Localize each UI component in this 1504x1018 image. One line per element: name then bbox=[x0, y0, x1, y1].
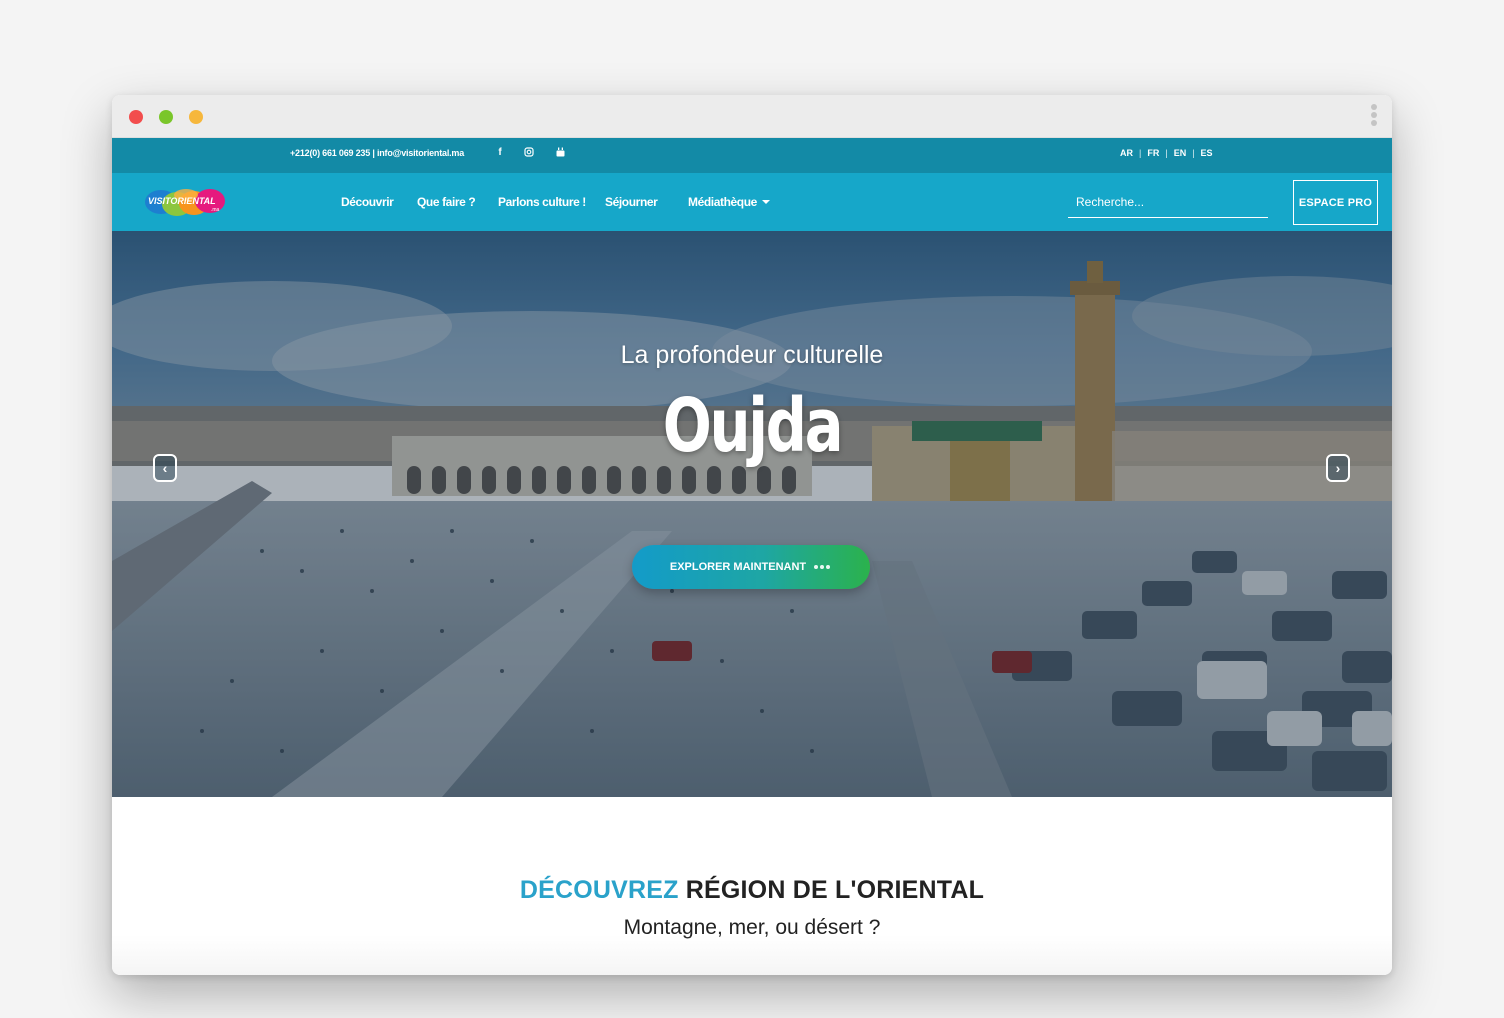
chevron-down-icon bbox=[761, 200, 770, 204]
maximize-window-button[interactable] bbox=[159, 110, 173, 124]
lang-fr[interactable]: FR bbox=[1147, 148, 1159, 158]
slider-prev-button[interactable]: ‹ bbox=[153, 454, 177, 482]
svg-text:VISITORIENTAL: VISITORIENTAL bbox=[148, 196, 216, 206]
hero-title: Oujda bbox=[662, 383, 844, 469]
facebook-icon[interactable]: f bbox=[493, 147, 507, 158]
bottom-fade bbox=[112, 935, 1392, 975]
espace-pro-button[interactable]: ESPACE PRO bbox=[1293, 180, 1378, 225]
browser-window: +212(0) 661 069 235 | info@visitoriental… bbox=[112, 95, 1392, 975]
nav-parlons-culture[interactable]: Parlons culture ! bbox=[498, 195, 586, 209]
hero-slider: La profondeur culturelle Oujda ‹ › EXPLO… bbox=[112, 231, 1392, 797]
youtube-icon[interactable] bbox=[553, 147, 567, 160]
explore-now-button[interactable]: EXPLORER MAINTENANT bbox=[632, 545, 870, 589]
minimize-window-button[interactable] bbox=[189, 110, 203, 124]
section-title-rest: RÉGION DE L'ORIENTAL bbox=[685, 876, 985, 904]
main-navbar: VISITORIENTAL .ma Découvrir Que faire ? … bbox=[112, 173, 1392, 231]
svg-text:.ma: .ma bbox=[211, 207, 220, 213]
browser-titlebar bbox=[112, 95, 1392, 138]
nav-mediatheque[interactable]: Médiathèque bbox=[688, 195, 770, 209]
dots-icon bbox=[814, 565, 832, 569]
hero-background-image bbox=[112, 231, 1392, 797]
section-title-accent: DÉCOUVREZ bbox=[519, 876, 679, 904]
nav-mediatheque-label: Médiathèque bbox=[688, 195, 757, 209]
close-window-button[interactable] bbox=[129, 110, 143, 124]
nav-que-faire[interactable]: Que faire ? bbox=[417, 195, 476, 209]
lang-es[interactable]: ES bbox=[1201, 148, 1213, 158]
language-switcher: AR | FR | EN | ES bbox=[1120, 148, 1213, 158]
lang-ar[interactable]: AR bbox=[1120, 148, 1133, 158]
explore-now-label: EXPLORER MAINTENANT bbox=[669, 561, 807, 573]
search-input[interactable] bbox=[1068, 187, 1268, 218]
chevron-right-icon: › bbox=[1335, 460, 1341, 476]
more-options-icon[interactable] bbox=[1370, 104, 1378, 130]
lang-en[interactable]: EN bbox=[1174, 148, 1187, 158]
hero-subtitle: La profondeur culturelle bbox=[620, 341, 884, 369]
contact-info: +212(0) 661 069 235 | info@visitoriental… bbox=[290, 148, 465, 158]
slider-next-button[interactable]: › bbox=[1326, 454, 1350, 482]
chevron-left-icon: ‹ bbox=[162, 460, 168, 476]
instagram-icon[interactable] bbox=[522, 147, 536, 160]
nav-decouvrir[interactable]: Découvrir bbox=[341, 195, 394, 209]
section-title: DÉCOUVREZ RÉGION DE L'ORIENTAL bbox=[112, 876, 1392, 905]
site-logo[interactable]: VISITORIENTAL .ma bbox=[144, 186, 228, 218]
top-contact-bar: +212(0) 661 069 235 | info@visitoriental… bbox=[112, 138, 1392, 173]
nav-sejourner[interactable]: Séjourner bbox=[605, 195, 658, 209]
